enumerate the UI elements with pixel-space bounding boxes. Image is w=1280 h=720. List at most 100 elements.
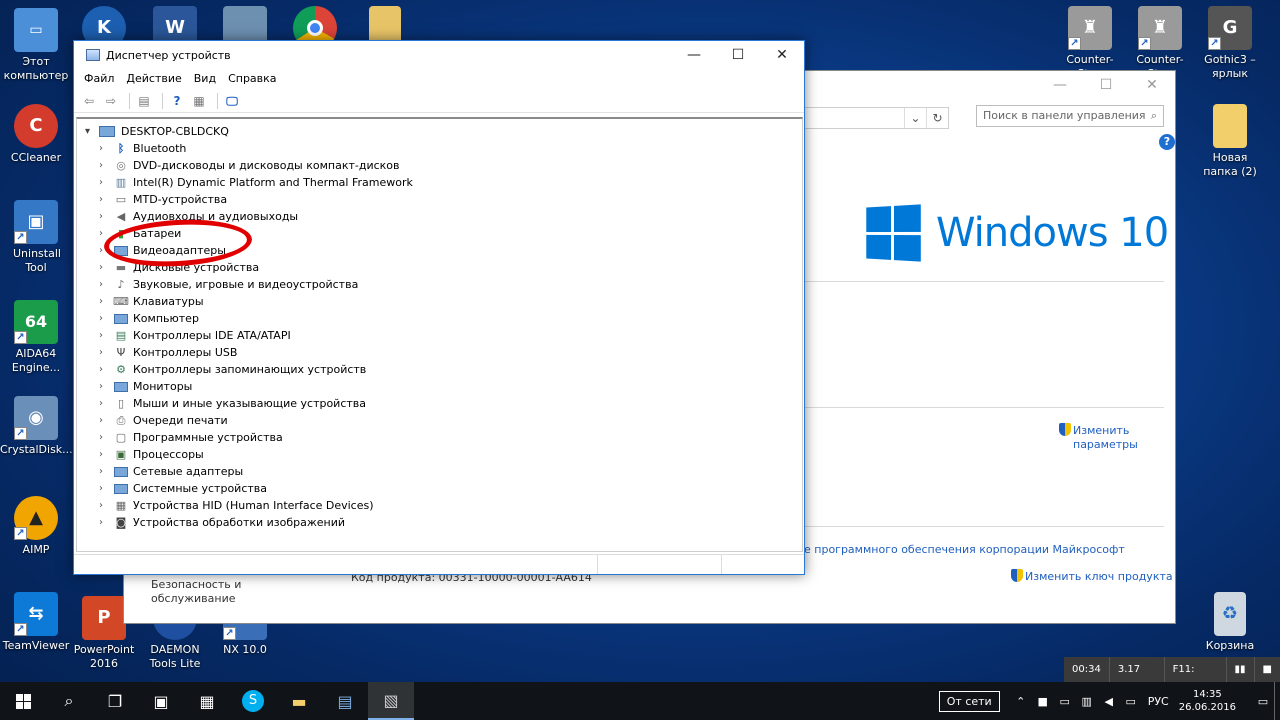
chevron-right-icon[interactable]: › — [99, 177, 113, 188]
help-icon[interactable]: ? — [168, 93, 186, 109]
tree-node-dvd[interactable]: › ◎ DVD-дисководы и дисководы компакт-диск… — [99, 157, 400, 174]
chevron-up-icon[interactable]: ⌃ — [1010, 695, 1032, 708]
desktop-icon-recycle-bin[interactable]: ♻ Корзина — [1194, 592, 1266, 653]
battery-icon[interactable]: ▭ — [1054, 695, 1076, 708]
desktop-icon-aimp[interactable]: ▲ ↗ AIMP — [0, 496, 72, 557]
chevron-right-icon[interactable]: › — [99, 483, 113, 494]
tree-node-software-devices[interactable]: › ▢ Программные устройства — [99, 429, 283, 446]
chevron-down-icon[interactable]: ⌄ — [904, 108, 926, 128]
language-indicator[interactable]: РУС — [1148, 695, 1169, 708]
back-icon[interactable]: ⇦ — [80, 93, 98, 109]
control-panel-search-input[interactable]: Поиск в панели управления ⌕ — [976, 105, 1164, 127]
menu-view[interactable]: Вид — [188, 69, 222, 89]
desktop-icon-gothic3[interactable]: G ↗ Gothic3 – ярлык — [1194, 6, 1266, 81]
chevron-right-icon[interactable]: › — [99, 415, 113, 426]
minimize-icon[interactable]: — — [1037, 71, 1083, 99]
chevron-right-icon[interactable]: › — [99, 347, 113, 358]
maximize-icon[interactable]: ☐ — [1083, 71, 1129, 99]
desktop-icon-aida64[interactable]: 64 ↗ AIDA64 Engine... — [0, 300, 72, 375]
message-icon[interactable]: ▭ — [1120, 695, 1142, 708]
forward-icon[interactable]: ⇨ — [102, 93, 120, 109]
chevron-right-icon[interactable]: › — [99, 143, 113, 154]
desktop-icon-crystaldisk[interactable]: ◉ ↗ CrystalDisk... — [0, 396, 73, 457]
tree-node-keyboards[interactable]: › ⌨ Клавиатуры — [99, 293, 204, 310]
chevron-right-icon[interactable]: › — [99, 517, 113, 528]
help-icon[interactable]: ? — [1159, 134, 1175, 150]
taskbar-app-device-manager[interactable]: ▧ — [368, 682, 414, 720]
title-bar[interactable]: Диспетчер устройств — ☐ ✕ — [74, 41, 804, 69]
pause-icon[interactable]: ▮▮ — [1227, 657, 1255, 683]
chevron-right-icon[interactable]: › — [99, 313, 113, 324]
menu-file[interactable]: Файл — [78, 69, 120, 89]
maximize-icon[interactable]: ☐ — [716, 41, 760, 69]
chevron-right-icon[interactable]: › — [99, 432, 113, 443]
recorder-tray-icon[interactable]: ■ — [1032, 695, 1054, 708]
desktop-icon-ccleaner[interactable]: C CCleaner — [0, 104, 72, 165]
network-icon[interactable]: ▥ — [1076, 695, 1098, 708]
device-manager-window[interactable]: Диспетчер устройств — ☐ ✕ Файл Действие … — [73, 40, 805, 575]
change-params-link[interactable]: Изменить параметры — [1059, 423, 1138, 452]
chevron-right-icon[interactable]: › — [99, 398, 113, 409]
stop-icon[interactable]: ■ — [1255, 657, 1280, 683]
view-details-icon[interactable]: ▦ — [190, 93, 208, 109]
taskbar-app-skype[interactable]: S — [230, 682, 276, 720]
tree-node-sound[interactable]: › ♪ Звуковые, игровые и видеоустройства — [99, 276, 358, 293]
tree-node-bluetooth[interactable]: › ᛒ Bluetooth — [99, 140, 186, 157]
chevron-right-icon[interactable]: › — [99, 211, 113, 222]
taskbar-app-explorer[interactable]: ▬ — [276, 682, 322, 720]
tree-node-intel-dptf[interactable]: › ▥ Intel(R) Dynamic Platform and Thermal … — [99, 174, 413, 191]
chevron-right-icon[interactable]: › — [99, 262, 113, 273]
desktop-icon-teamviewer[interactable]: ⇆ ↗ TeamViewer — [0, 592, 72, 653]
tree-node-network-adapters[interactable]: › Сетевые адаптеры — [99, 463, 243, 480]
tree-node-processors[interactable]: › ▣ Процессоры — [99, 446, 204, 463]
chevron-right-icon[interactable]: › — [99, 500, 113, 511]
close-icon[interactable]: ✕ — [760, 41, 804, 69]
tree-node-computer[interactable]: › Компьютер — [99, 310, 199, 327]
chevron-down-icon[interactable]: ▾ — [85, 126, 99, 137]
change-product-key-link[interactable]: Изменить ключ продукта — [1011, 569, 1173, 584]
desktop-icon-uninstall-tool[interactable]: ▣ ↗ Uninstall Tool — [0, 200, 72, 275]
clock[interactable]: 14:35 26.06.2016 — [1179, 688, 1236, 714]
chevron-right-icon[interactable]: › — [99, 364, 113, 375]
tree-node-mtd[interactable]: › ▭ MTD-устройства — [99, 191, 227, 208]
scan-hardware-icon[interactable]: 🖵 — [223, 93, 241, 109]
tree-node-print-queues[interactable]: › ⎙ Очереди печати — [99, 412, 228, 429]
chevron-right-icon[interactable]: › — [99, 194, 113, 205]
tree-node-hid[interactable]: › ▦ Устройства HID (Human Interface Device… — [99, 497, 374, 514]
search-button[interactable]: ⌕ — [46, 682, 92, 720]
tree-node-storage-controllers[interactable]: › ⚙ Контроллеры запоминающих устройств — [99, 361, 366, 378]
tree-node-usb[interactable]: › Ψ Контроллеры USB — [99, 344, 237, 361]
chevron-right-icon[interactable]: › — [99, 296, 113, 307]
task-view-button[interactable]: ❐ — [92, 682, 138, 720]
chevron-right-icon[interactable]: › — [99, 381, 113, 392]
chevron-right-icon[interactable]: › — [99, 279, 113, 290]
chevron-right-icon[interactable]: › — [99, 449, 113, 460]
taskbar-app-control-panel[interactable]: ▤ — [322, 682, 368, 720]
taskbar-app-store[interactable]: ▦ — [184, 682, 230, 720]
chevron-right-icon[interactable]: › — [99, 466, 113, 477]
tree-root[interactable]: ▾ DESKTOP-CBLDCKQ — [85, 123, 229, 140]
properties-icon[interactable]: ▤ — [135, 93, 153, 109]
desktop-icon-this-pc[interactable]: ▭ Этот компьютер — [0, 8, 72, 83]
minimize-icon[interactable]: — — [672, 41, 716, 69]
network-status[interactable]: От сети — [938, 690, 1000, 712]
menu-help[interactable]: Справка — [222, 69, 282, 89]
show-desktop-button[interactable] — [1274, 682, 1280, 720]
start-button[interactable] — [0, 682, 46, 720]
close-icon[interactable]: ✕ — [1129, 71, 1175, 99]
menu-action[interactable]: Действие — [120, 69, 187, 89]
security-maintenance-link[interactable]: Безопасность и обслуживание — [151, 578, 241, 606]
tree-node-system-devices[interactable]: › Системные устройства — [99, 480, 267, 497]
refresh-icon[interactable]: ↻ — [926, 108, 948, 128]
tree-node-mice[interactable]: › ▯ Мыши и иные указывающие устройства — [99, 395, 366, 412]
ms-license-link[interactable]: е программного обеспечения корпорации Ма… — [804, 543, 1125, 556]
chevron-right-icon[interactable]: › — [99, 330, 113, 341]
taskbar-app-recorder[interactable]: ▣ — [138, 682, 184, 720]
recording-stop-button[interactable]: F11: Stop — [1165, 657, 1227, 701]
volume-icon[interactable]: ◀ — [1098, 695, 1120, 708]
tree-node-imaging-devices[interactable]: › ◙ Устройства обработки изображений — [99, 514, 345, 531]
notifications-icon[interactable]: ▭ — [1252, 695, 1274, 708]
tree-node-monitors[interactable]: › Мониторы — [99, 378, 192, 395]
desktop-icon-new-folder[interactable]: Новая папка (2) — [1194, 104, 1266, 179]
device-tree[interactable]: ▾ DESKTOP-CBLDCKQ › ᛒ Bluetooth › ◎ DVD-диск… — [76, 117, 803, 552]
